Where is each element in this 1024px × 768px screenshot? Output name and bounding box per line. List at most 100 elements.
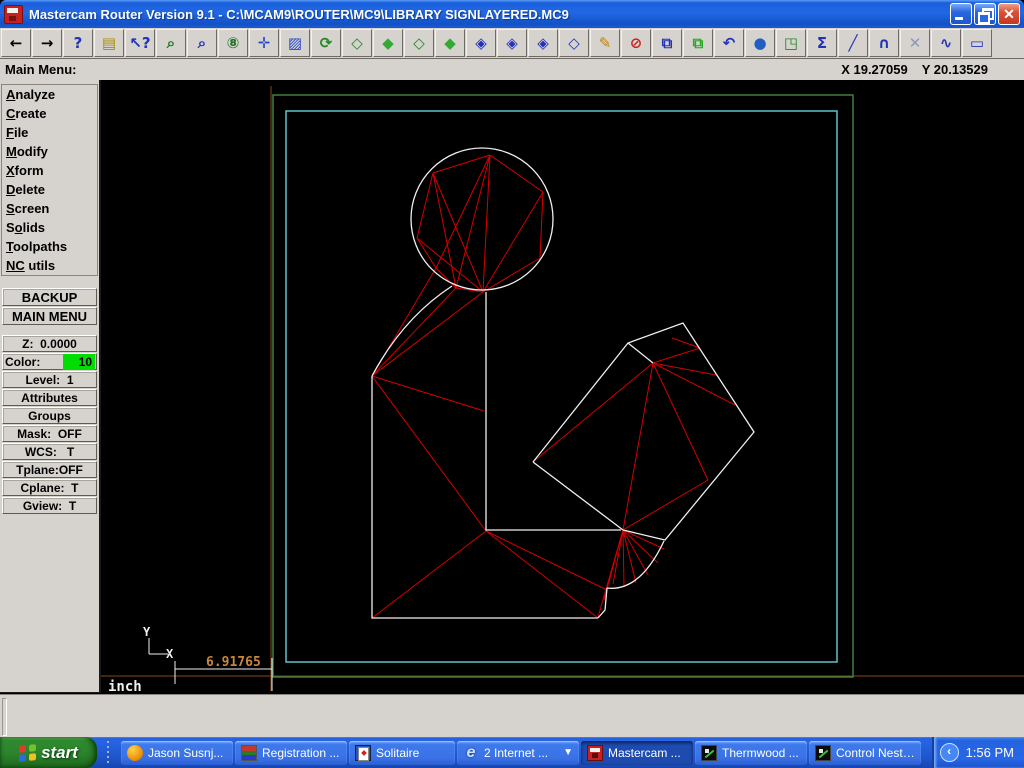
repaint-button[interactable]: ▨ <box>280 29 310 57</box>
mesh-red-segment <box>622 479 709 531</box>
figure-outline <box>627 342 654 364</box>
mesh-red-segment <box>482 257 541 293</box>
mesh-red-segment <box>432 172 457 289</box>
cplane-3d-button[interactable]: ◇ <box>559 29 589 57</box>
groups-button[interactable]: Groups <box>2 407 97 424</box>
z-depth-button[interactable]: Z: 0.0000 <box>2 335 97 352</box>
menu-item-screen[interactable]: Screen <box>2 199 97 218</box>
cplane-button[interactable]: Cplane: T <box>2 479 97 496</box>
xform-translate-button[interactable]: ⧉ <box>652 29 682 57</box>
help-button[interactable]: ? <box>63 29 93 57</box>
mesh-red-segment <box>622 362 654 531</box>
tray-clock: 1:56 PM <box>965 745 1014 760</box>
task-solitaire[interactable]: Solitaire <box>349 740 455 765</box>
task-mastercam[interactable]: Mastercam ... <box>581 740 693 765</box>
tray-collapse-chevron-icon[interactable]: ‹ <box>939 743 959 762</box>
cplane-front-button[interactable]: ◈ <box>497 29 527 57</box>
mesh-red-segment <box>539 191 544 259</box>
restore-button[interactable] <box>974 3 996 25</box>
back-arrow-button[interactable]: ← <box>1 29 31 57</box>
tplane-button[interactable]: Tplane:OFF <box>2 461 97 478</box>
mesh-red-segment <box>371 375 485 412</box>
mask-button[interactable]: Mask: OFF <box>2 425 97 442</box>
menu-item-analyze[interactable]: Analyze <box>2 85 97 104</box>
color-value-chip: 10 <box>63 354 95 370</box>
mesh-red-segment <box>432 154 491 174</box>
main-menu-button[interactable]: MAIN MENU <box>2 307 97 325</box>
color-button[interactable]: Color: 10 <box>2 353 97 370</box>
figure-outline <box>532 461 624 531</box>
menu-item-toolpaths[interactable]: Toolpaths <box>2 237 97 256</box>
task-thermwood[interactable]: Thermwood ... <box>695 740 807 765</box>
menu-item-delete[interactable]: Delete <box>2 180 97 199</box>
cplane-side-button[interactable]: ◈ <box>528 29 558 57</box>
cnc-icon <box>815 744 831 761</box>
menu-item-solids[interactable]: Solids <box>2 218 97 237</box>
minimize-button[interactable] <box>950 3 972 25</box>
mesh-red-segment <box>416 172 434 239</box>
fit-screen-button[interactable]: ✛ <box>249 29 279 57</box>
task-button-area: Jason Susnj... Registration ... Solitaire e… <box>121 740 923 765</box>
start-button[interactable]: start <box>0 737 97 768</box>
axis-x-label: X <box>166 647 174 661</box>
toolpath-boundary-cyan <box>285 110 838 663</box>
file-cabinet-button[interactable]: ▤ <box>94 29 124 57</box>
undo-button[interactable]: ↶ <box>714 29 744 57</box>
cplane-top-button[interactable]: ◈ <box>466 29 496 57</box>
menu-item-xform[interactable]: Xform <box>2 161 97 180</box>
task-label: Solitaire <box>376 745 420 760</box>
mesh-red-segment <box>482 191 544 293</box>
gview-iso-button[interactable]: ◆ <box>435 29 465 57</box>
gview-side-button[interactable]: ◇ <box>404 29 434 57</box>
dynamic-rotate-button[interactable]: ⟳ <box>311 29 341 57</box>
attributes-button[interactable]: Attributes <box>2 389 97 406</box>
gview-top-button[interactable]: ◇ <box>342 29 372 57</box>
shade-sphere-button[interactable]: ● <box>745 29 775 57</box>
mesh-red-segment <box>622 529 625 587</box>
task-group-dropdown-icon[interactable]: ▼ <box>563 747 573 758</box>
close-button[interactable] <box>998 3 1020 25</box>
figure-curve <box>371 285 453 377</box>
menu-item-create[interactable]: Create <box>2 104 97 123</box>
task-label: Jason Susnj... <box>148 745 224 760</box>
task-control-nesting[interactable]: Control Nesti... <box>809 740 921 765</box>
task-jason[interactable]: Jason Susnj... <box>121 740 233 765</box>
drawing-canvas[interactable]: Y X 6.91765 inch <box>101 80 1024 694</box>
task-internet-group[interactable]: e 2 Internet ... ▼ <box>457 740 579 765</box>
main-menu-list: Analyze Create File Modify Xform Delete Screen… <box>1 84 98 276</box>
unzoom-08-button[interactable]: ⑧ <box>218 29 248 57</box>
prompt-input-strip <box>0 694 1024 737</box>
figure-outline <box>485 292 621 531</box>
menu-item-modify[interactable]: Modify <box>2 142 97 161</box>
analyze-cursor-button[interactable]: ↖? <box>125 29 155 57</box>
delete-entity-button[interactable]: ⊘ <box>621 29 651 57</box>
create-arc-button[interactable]: ∩ <box>869 29 899 57</box>
gview-front-button[interactable]: ◆ <box>373 29 403 57</box>
task-registration[interactable]: Registration ... <box>235 740 347 765</box>
backup-button[interactable]: BACKUP <box>2 288 97 306</box>
create-spline-button[interactable]: ∿ <box>931 29 961 57</box>
menu-item-file[interactable]: File <box>2 123 97 142</box>
xform-copy-button[interactable]: ⧉ <box>683 29 713 57</box>
trim-button[interactable]: ✕ <box>900 29 930 57</box>
mesh-red-segment <box>485 530 608 591</box>
wcs-button[interactable]: WCS: T <box>2 443 97 460</box>
forward-arrow-button[interactable]: → <box>32 29 62 57</box>
zoom-button[interactable]: ⌕ <box>156 29 186 57</box>
task-label: Control Nesti... <box>836 745 915 760</box>
job-setup-sigma-button[interactable]: Σ <box>807 29 837 57</box>
level-button[interactable]: Level: 1 <box>2 371 97 388</box>
start-button-label: start <box>41 742 78 762</box>
mesh-red-segment <box>652 362 717 376</box>
mesh-red-segment <box>622 529 649 576</box>
create-line-button[interactable]: ╱ <box>838 29 868 57</box>
sketch-pencil-button[interactable]: ✎ <box>590 29 620 57</box>
xform-scale-button[interactable]: ◳ <box>776 29 806 57</box>
menu-item-nc-utils[interactable]: NC utils <box>2 256 97 275</box>
stock-boundary-green <box>272 94 854 678</box>
toolbar: ← →? ▤ ↖? ⌕ ⌕ ⑧ ✛ ▨ ⟳ ◇ ◆ ◇ ◆ ◈ ◈ ◈ ◇ ✎ ⊘ ⧉ ⧉ ↶ ● ◳ Σ ╱ ∩ ✕ ∿ ▭ <box>0 28 1024 58</box>
gview-button[interactable]: Gview: T <box>2 497 97 514</box>
mesh-red-segment <box>482 154 491 293</box>
zoom-window-button[interactable]: ⌕ <box>187 29 217 57</box>
create-rectangle-button[interactable]: ▭ <box>962 29 992 57</box>
